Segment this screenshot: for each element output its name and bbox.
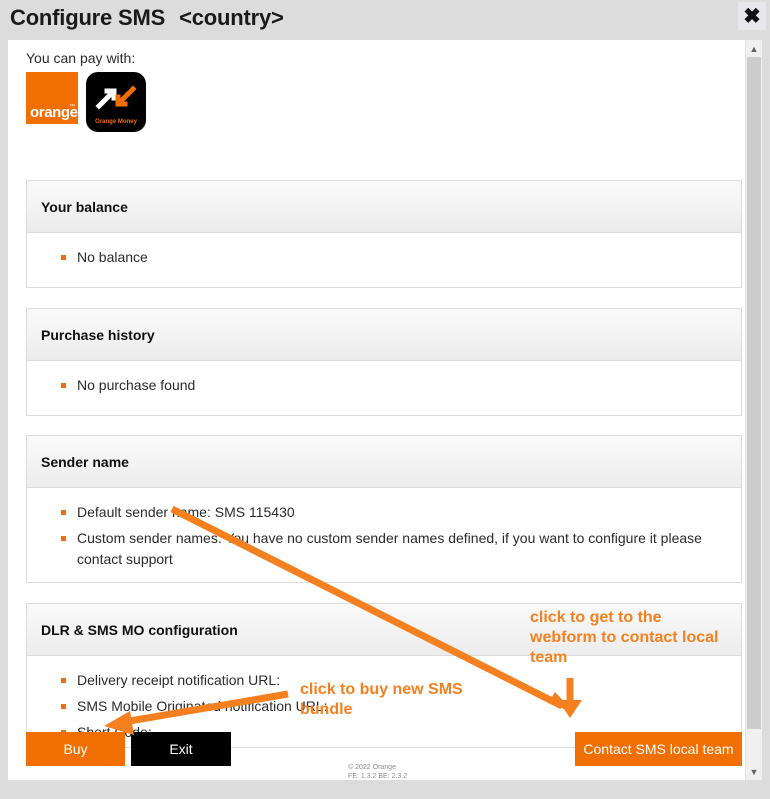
panel-purchase-history-header: Purchase history [27, 309, 741, 361]
panel-sender-name: Sender name Default sender name: SMS 115… [26, 435, 742, 583]
panel-balance-title: Your balance [41, 198, 128, 215]
panel-purchase-history-title: Purchase history [41, 326, 155, 343]
panel-purchase-history-body: No purchase found [27, 361, 741, 415]
purchase-history-list: No purchase found [61, 375, 727, 396]
title-label: Configure SMS [10, 5, 166, 30]
payment-methods-label: You can pay with: [26, 50, 136, 66]
scroll-content-area: You can pay with: orange ™ Orange Money … [8, 40, 746, 780]
list-item: No balance [61, 247, 727, 268]
footer-version: FE: 1.3.2 BE: 2.3.2 [348, 773, 408, 780]
panel-balance: Your balance No balance [26, 180, 742, 288]
contact-sms-local-team-button[interactable]: Contact SMS local team [575, 732, 742, 766]
annotation-contact-note: click to get to the webform to contact l… [530, 609, 719, 666]
vertical-scrollbar[interactable]: ▲ ▼ [745, 40, 762, 780]
list-item: Custom sender names: You have no custom … [61, 528, 727, 570]
orange-money-logo-text: Orange Money [95, 119, 137, 125]
chevron-up-icon[interactable]: ▲ [746, 40, 762, 57]
trademark-icon: ™ [69, 104, 75, 110]
panel-balance-body: No balance [27, 233, 741, 287]
exit-button[interactable]: Exit [131, 732, 231, 766]
list-item: No purchase found [61, 375, 727, 396]
buy-button[interactable]: Buy [26, 732, 125, 766]
dialog-window: You can pay with: orange ™ Orange Money … [8, 40, 762, 780]
panel-dlr-sms-mo-title: DLR & SMS MO configuration [41, 621, 238, 638]
annotation-buy-note: click to buy new SMS bundle [300, 681, 463, 718]
panel-sender-name-body: Default sender name: SMS 115430 Custom s… [27, 488, 741, 589]
window-titlebar: Configure SMS <country> ✖ [0, 0, 770, 40]
panel-balance-header: Your balance [27, 181, 741, 233]
close-icon[interactable]: ✖ [738, 2, 766, 30]
list-item: Default sender name: SMS 115430 [61, 502, 727, 523]
title-country-placeholder: <country> [179, 5, 284, 30]
footer-copyright: © 2022 Orange [348, 764, 396, 771]
sender-name-list: Default sender name: SMS 115430 Custom s… [61, 502, 727, 570]
panel-sender-name-title: Sender name [41, 453, 129, 470]
footer-info: © 2022 Orange FE: 1.3.2 BE: 2.3.2 [348, 763, 468, 780]
orange-logo: orange ™ [26, 72, 78, 124]
balance-list: No balance [61, 247, 727, 268]
page-title: Configure SMS <country> [10, 5, 284, 31]
scrollbar-thumb[interactable] [747, 57, 761, 729]
chevron-down-icon[interactable]: ▼ [746, 763, 762, 780]
orange-money-logo: Orange Money [86, 72, 146, 132]
panel-sender-name-header: Sender name [27, 436, 741, 488]
panel-purchase-history: Purchase history No purchase found [26, 308, 742, 416]
